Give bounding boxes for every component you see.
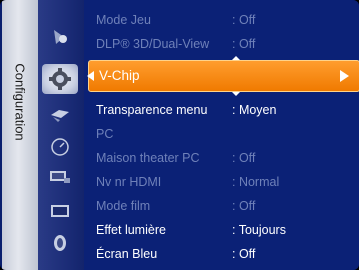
sound-icon[interactable] bbox=[48, 104, 72, 126]
menu-item-effet-lumiere[interactable]: Effet lumière : Toujours bbox=[84, 220, 356, 240]
category-tab: Configuration bbox=[2, 0, 39, 270]
category-label: Configuration bbox=[12, 63, 28, 141]
timer-icon[interactable] bbox=[48, 136, 72, 158]
screen-icon[interactable] bbox=[48, 200, 72, 222]
menu-item-nv-nr-hdmi[interactable]: Nv nr HDMI : Normal bbox=[84, 172, 356, 192]
menu-icon-column bbox=[38, 0, 84, 270]
input-icon[interactable] bbox=[48, 166, 72, 188]
menu-item-mode-film[interactable]: Mode film : Off bbox=[84, 196, 356, 216]
tv-osd-menu: Configuration Mode Jeu: Off DLP® 3D/Dua… bbox=[0, 0, 359, 270]
right-arrow-icon bbox=[340, 70, 349, 82]
menu-item-maison-theater-pc[interactable]: Maison theater PC : Off bbox=[84, 148, 356, 168]
left-arrow-icon bbox=[87, 71, 94, 81]
menu-item-dlp-3d-dual-view[interactable]: DLP® 3D/Dual-View : Off bbox=[84, 34, 356, 54]
picture-icon[interactable] bbox=[48, 26, 72, 48]
menu-item-v-chip[interactable]: V-Chip bbox=[87, 60, 359, 92]
menu-item-ecran-bleu[interactable]: Écran Bleu : Off bbox=[84, 244, 356, 264]
scroll-down-icon bbox=[232, 92, 240, 96]
menu-item-pc[interactable]: PC bbox=[84, 124, 356, 144]
setup-icon[interactable] bbox=[42, 64, 78, 94]
menu-item-transparence-menu[interactable]: Transparence menu : Moyen bbox=[84, 100, 356, 120]
settings-menu: Mode Jeu : Off DLP® 3D/Dual-View : Off V… bbox=[84, 0, 359, 270]
menu-item-mode-jeu[interactable]: Mode Jeu : Off bbox=[84, 10, 356, 30]
support-icon[interactable] bbox=[48, 232, 72, 254]
